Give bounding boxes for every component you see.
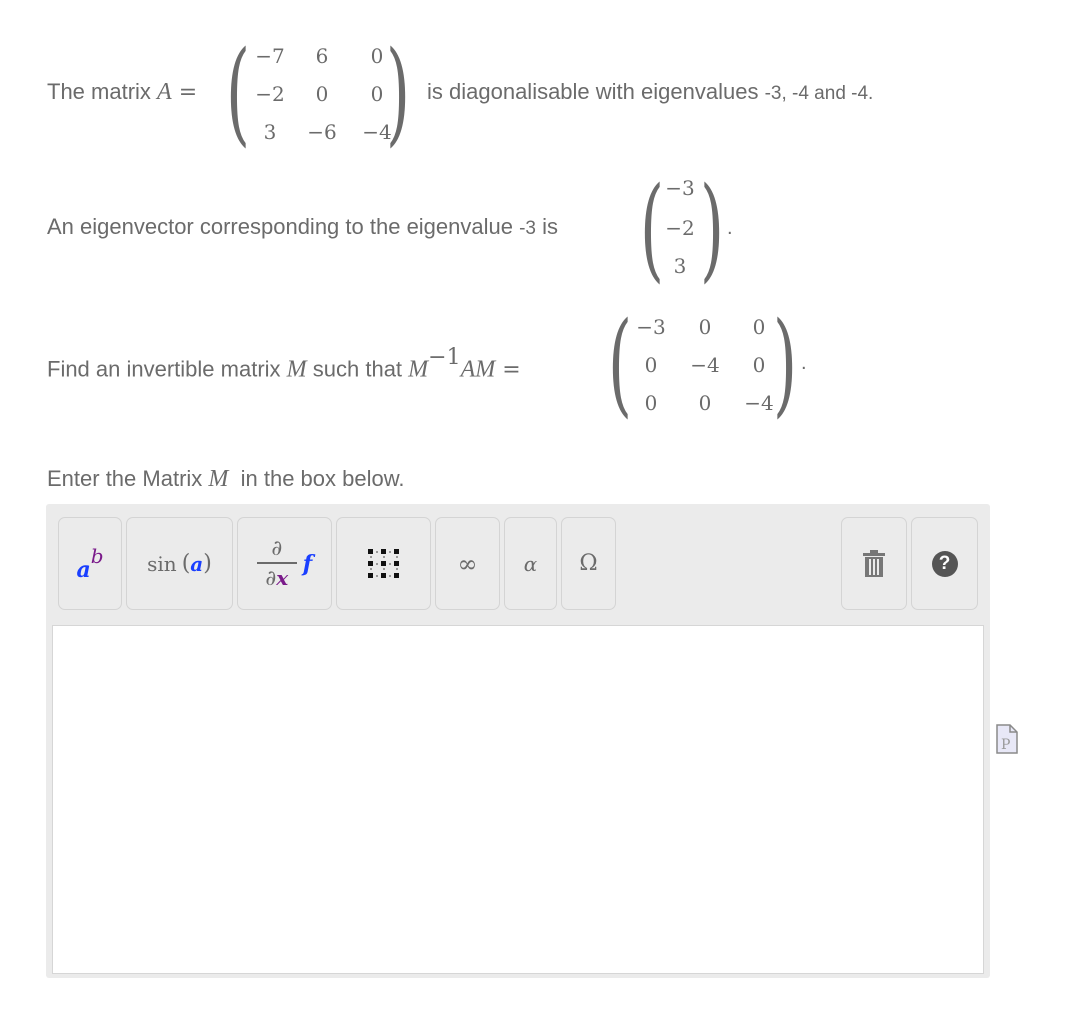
trig-rparen: ) [203,551,212,576]
eigenvector-statement: An eigenvector corresponding to the eige… [47,214,559,239]
eigenvalue-value: -3 [519,218,537,239]
matrix-cell: 0 [644,391,658,415]
instruction: Enter the Matrix M in the box below. [47,467,405,491]
matrix-answer-input[interactable] [52,625,984,974]
partial-denominator: ∂x [265,566,289,590]
instruction-text: Enter the Matrix [47,466,209,491]
matrix-grid-icon [367,548,399,578]
statement-text: is diagonalisable with eigenvalues [427,79,765,104]
omega-icon: Ω [579,551,598,576]
statement-text: An eigenvector corresponding to the eige… [47,214,520,239]
statement-text: The matrix [47,79,158,104]
greek-uppercase-button[interactable]: Ω [561,517,616,610]
matrix-cell: 6 [315,44,329,68]
derivative-func: f [302,550,313,577]
vector-cell: −3 [665,176,695,200]
statement-text: such that [306,356,409,382]
matrix-cell: 3 [263,120,277,144]
trig-arg: a [190,551,204,576]
math-editor: ab sin(a) ∂ ∂x f ∞ α Ω ? [46,504,990,978]
matrix-cell: −2 [255,82,285,106]
matrix-cell: −3 [636,315,666,339]
right-paren: ) [700,164,725,294]
infinity-icon: ∞ [457,549,478,578]
matrix-cell: −7 [255,44,285,68]
matrix-cell: −4 [362,120,392,144]
matrix-cell: 0 [370,44,384,68]
period: . [727,217,733,239]
infinity-button[interactable]: ∞ [435,517,500,610]
matrix-cell: −4 [690,353,720,377]
matrix-cell: 0 [315,82,329,106]
find-statement: Find an invertible matrix M such that M−… [47,347,521,383]
statement-text: is [536,214,559,239]
period: . [801,352,807,374]
matrix-cell: 0 [752,315,766,339]
matrix-var-a: A [157,79,172,105]
derivative-button[interactable]: ∂ ∂x f [237,517,332,610]
statement-text: Find an invertible matrix [47,356,287,382]
trig-function-button[interactable]: sin(a) [126,517,233,610]
matrix-cell: 0 [370,82,384,106]
equals-sign: = [171,80,198,105]
matrix-button[interactable] [336,517,431,610]
matrix-a: ( ) −7 6 0 −2 0 0 3 −6 −4 [226,28,416,158]
matrix-var-m: M [408,356,429,383]
preview-document-icon[interactable]: P [996,724,1018,760]
equals-sign: = [495,357,521,383]
matrix-cell: 0 [698,315,712,339]
trash-icon [863,549,885,577]
partial-numerator: ∂ [271,536,283,560]
clear-button[interactable] [841,517,907,610]
power-exponent: b [90,543,104,568]
instruction-text: in the box below. [228,466,405,491]
eigenvalues-list: -3, -4 and -4. [764,83,874,104]
svg-text:P: P [1001,737,1010,753]
matrix-cell: −6 [307,120,337,144]
matrix-cell: 0 [644,353,658,377]
vector-cell: −2 [665,216,695,240]
eigenvector: ( ) −3 −2 3 [640,164,740,294]
matrix-statement: The matrix A = [47,80,197,104]
document-p-icon: P [996,724,1018,754]
matrix-var-m: M [208,466,229,492]
greek-lowercase-button[interactable]: α [504,517,557,610]
help-icon: ? [931,550,958,577]
product-am: AM [460,356,496,383]
help-button[interactable]: ? [911,517,978,610]
power-base: a [76,556,91,583]
eigenvalue-statement: is diagonalisable with eigenvalues -3, -… [427,79,874,104]
derivative-fraction: ∂ ∂x [256,536,297,590]
matrix-cell: 0 [698,391,712,415]
matrix-var-m: M [286,356,307,383]
inverse-exponent: −1 [428,345,461,370]
vector-cell: 3 [673,254,687,278]
trig-lparen: ( [181,551,191,576]
fraction-bar [256,562,297,564]
matrix-cell: 0 [752,353,766,377]
alpha-icon: α [523,551,538,576]
diagonal-matrix: ( ) −3 0 0 0 −4 0 0 0 −4 [608,299,808,429]
trig-fn: sin [147,551,177,576]
matrix-cell: −4 [744,391,774,415]
power-button[interactable]: ab [58,517,122,610]
